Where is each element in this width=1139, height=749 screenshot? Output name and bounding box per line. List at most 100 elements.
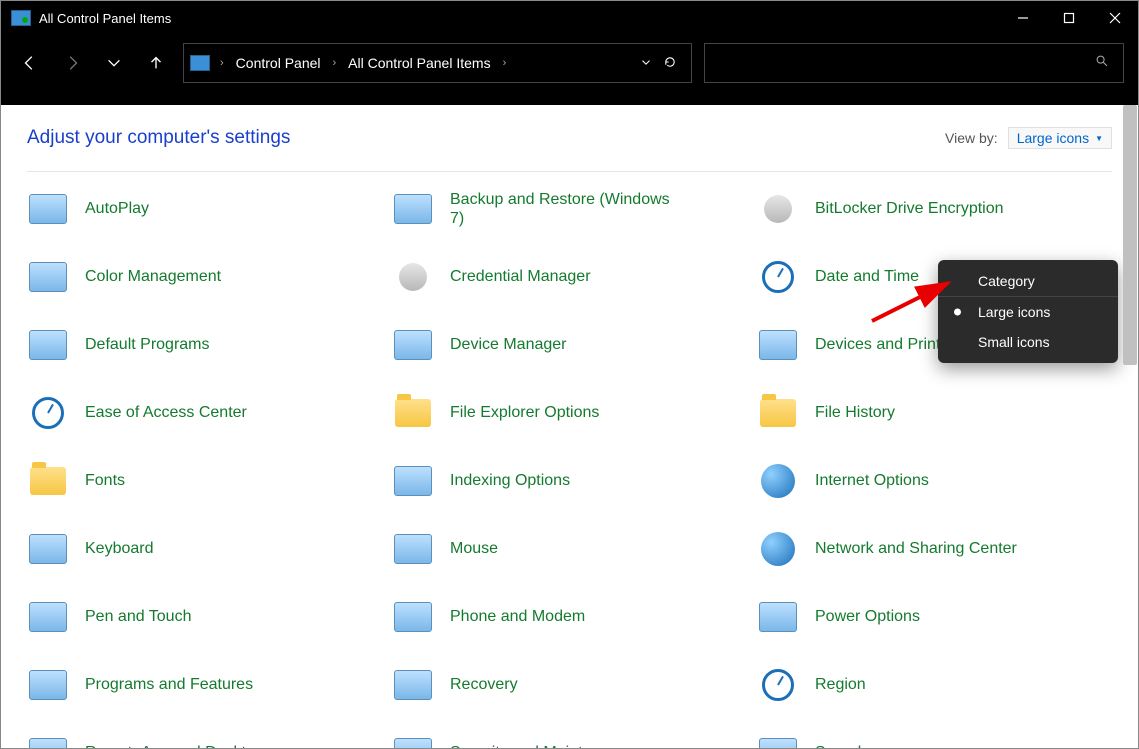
control-panel-item[interactable]: AutoPlay <box>27 184 382 234</box>
control-panel-item[interactable]: Color Management <box>27 252 382 302</box>
control-panel-item[interactable]: Pen and Touch <box>27 592 382 642</box>
item-label: Recovery <box>450 675 518 694</box>
control-panel-item[interactable]: File Explorer Options <box>392 388 747 438</box>
navbar: › Control Panel › All Control Panel Item… <box>1 35 1138 105</box>
control-panel-item[interactable]: Default Programs <box>27 320 382 370</box>
item-label: Backup and Restore (Windows 7) <box>450 190 670 228</box>
dropdown-item-small-icons[interactable]: Small icons <box>938 327 1118 357</box>
maximize-button[interactable] <box>1046 1 1092 35</box>
nav-recent-button[interactable] <box>99 48 129 78</box>
color-icon <box>27 256 69 298</box>
item-label: Network and Sharing Center <box>815 539 1017 558</box>
item-label: Keyboard <box>85 539 154 558</box>
explorer-icon <box>392 392 434 434</box>
history-chevron-down-icon[interactable] <box>639 55 653 72</box>
control-panel-item[interactable]: Backup and Restore (Windows 7) <box>392 184 747 234</box>
control-panel-item[interactable]: Programs and Features <box>27 660 382 710</box>
control-panel-item[interactable]: RemoteApp and Desktop <box>27 728 382 748</box>
item-label: Internet Options <box>815 471 929 490</box>
refresh-icon[interactable] <box>663 55 677 72</box>
control-panel-item[interactable]: Network and Sharing Center <box>757 524 1112 574</box>
credential-icon <box>392 256 434 298</box>
vertical-scrollbar[interactable] <box>1123 105 1137 747</box>
item-label: Indexing Options <box>450 471 570 490</box>
item-label: Fonts <box>85 471 125 490</box>
item-label: File Explorer Options <box>450 403 599 422</box>
nav-up-button[interactable] <box>141 48 171 78</box>
minimize-button[interactable] <box>1000 1 1046 35</box>
item-label: Power Options <box>815 607 920 626</box>
dropdown-item-large-icons[interactable]: Large icons <box>938 297 1118 327</box>
control-panel-item[interactable]: Keyboard <box>27 524 382 574</box>
control-panel-item[interactable]: Indexing Options <box>392 456 747 506</box>
breadcrumb-current[interactable]: All Control Panel Items <box>346 51 492 75</box>
nav-forward-button[interactable] <box>57 48 87 78</box>
filehistory-icon <box>757 392 799 434</box>
control-panel-item[interactable]: Sound <box>757 728 1112 748</box>
viewby-label: View by: <box>945 130 998 146</box>
titlebar: All Control Panel Items <box>1 1 1138 35</box>
control-panel-item[interactable]: Device Manager <box>392 320 747 370</box>
dropdown-item-category[interactable]: Category <box>938 266 1118 297</box>
keyboard-icon <box>27 528 69 570</box>
autoplay-icon <box>27 188 69 230</box>
item-label: Default Programs <box>85 335 210 354</box>
item-label: File History <box>815 403 895 422</box>
control-panel-item[interactable]: Internet Options <box>757 456 1112 506</box>
address-bar[interactable]: › Control Panel › All Control Panel Item… <box>183 43 692 83</box>
viewby-dropdown-button[interactable]: Large icons ▼ <box>1008 127 1112 149</box>
control-panel-item[interactable]: Region <box>757 660 1112 710</box>
item-label: Ease of Access Center <box>85 403 247 422</box>
item-label: Pen and Touch <box>85 607 191 626</box>
viewby-value: Large icons <box>1017 130 1089 146</box>
close-button[interactable] <box>1092 1 1138 35</box>
control-panel-item[interactable]: Security and Maintenance <box>392 728 747 748</box>
power-icon <box>757 596 799 638</box>
viewby-control: View by: Large icons ▼ <box>945 127 1112 149</box>
item-label: AutoPlay <box>85 199 149 218</box>
content-area: Adjust your computer's settings View by:… <box>1 105 1138 748</box>
control-panel-item[interactable]: Credential Manager <box>392 252 747 302</box>
item-label: Programs and Features <box>85 675 253 694</box>
item-label: Date and Time <box>815 267 919 286</box>
pen-icon <box>27 596 69 638</box>
item-label: Mouse <box>450 539 498 558</box>
internet-icon <box>757 460 799 502</box>
control-panel-item[interactable]: Power Options <box>757 592 1112 642</box>
item-label: BitLocker Drive Encryption <box>815 199 1004 218</box>
search-icon <box>1095 54 1109 73</box>
control-panel-item[interactable]: Ease of Access Center <box>27 388 382 438</box>
viewby-dropdown-menu: Category Large icons Small icons <box>938 260 1118 363</box>
control-panel-item[interactable]: Recovery <box>392 660 747 710</box>
item-label: Region <box>815 675 866 694</box>
chevron-right-icon[interactable]: › <box>329 57 341 69</box>
programs-icon <box>27 664 69 706</box>
control-panel-item[interactable]: Phone and Modem <box>392 592 747 642</box>
control-panel-item[interactable]: Mouse <box>392 524 747 574</box>
control-panel-item[interactable]: Fonts <box>27 456 382 506</box>
backup-icon <box>392 188 434 230</box>
location-icon <box>190 55 210 71</box>
mouse-icon <box>392 528 434 570</box>
item-label: Device Manager <box>450 335 567 354</box>
scrollbar-thumb[interactable] <box>1123 105 1137 365</box>
item-label: RemoteApp and Desktop <box>85 743 264 748</box>
search-input[interactable] <box>704 43 1124 83</box>
device-icon <box>392 324 434 366</box>
item-label: Credential Manager <box>450 267 591 286</box>
breadcrumb-root[interactable]: Control Panel <box>234 51 323 75</box>
control-panel-item[interactable]: File History <box>757 388 1112 438</box>
security-icon <box>392 732 434 748</box>
fonts-icon <box>27 460 69 502</box>
chevron-right-icon[interactable]: › <box>216 57 228 69</box>
page-heading: Adjust your computer's settings <box>27 127 290 149</box>
item-label: Security and Maintenance <box>450 743 635 748</box>
item-label: Color Management <box>85 267 221 286</box>
region-icon <box>757 664 799 706</box>
control-panel-item[interactable]: BitLocker Drive Encryption <box>757 184 1112 234</box>
nav-back-button[interactable] <box>15 48 45 78</box>
app-icon <box>11 10 31 26</box>
sound-icon <box>757 732 799 748</box>
chevron-right-icon[interactable]: › <box>499 57 511 69</box>
recovery-icon <box>392 664 434 706</box>
